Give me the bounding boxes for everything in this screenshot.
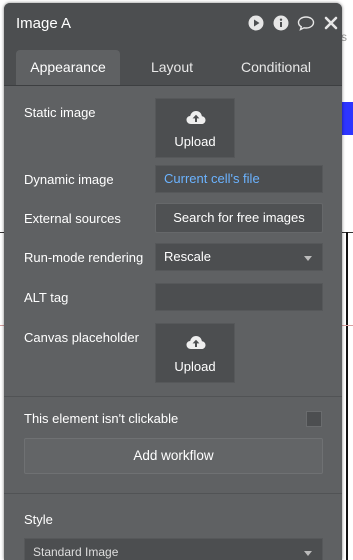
chevron-down-icon — [304, 551, 312, 556]
upload-label: Upload — [174, 359, 216, 374]
section-divider — [4, 493, 342, 494]
tab-bar: Appearance Layout Conditional — [4, 43, 342, 86]
style-selected-value: Standard Image — [33, 545, 119, 559]
canvas-placeholder-label: Canvas placeholder — [24, 330, 139, 345]
play-icon[interactable] — [248, 15, 264, 31]
run-mode-rendering-label: Run-mode rendering — [24, 250, 144, 265]
alt-tag-input[interactable] — [155, 283, 323, 311]
dynamic-image-field[interactable]: Current cell's file — [155, 165, 323, 193]
external-sources-label: External sources — [24, 211, 121, 226]
alt-tag-label: ALT tag — [24, 290, 69, 305]
tab-layout[interactable]: Layout — [130, 50, 214, 85]
static-image-upload[interactable]: Upload — [155, 98, 235, 158]
tab-appearance[interactable]: Appearance — [16, 50, 120, 85]
panel-header[interactable]: Image A — [4, 3, 342, 43]
cloud-upload-icon — [186, 336, 206, 349]
comment-icon[interactable] — [297, 15, 315, 31]
canvas-placeholder-upload[interactable]: Upload — [155, 323, 235, 383]
panel-title: Image A — [16, 15, 72, 32]
search-free-images-button[interactable]: Search for free images — [155, 203, 323, 233]
section-divider — [4, 396, 342, 397]
upload-label: Upload — [174, 134, 216, 149]
run-mode-selected-value: Rescale — [164, 249, 211, 264]
add-workflow-button[interactable]: Add workflow — [24, 438, 323, 474]
cloud-upload-icon — [186, 111, 206, 124]
property-editor-panel: Image A Appearance Layout Conditional St… — [4, 3, 342, 560]
dynamic-image-label: Dynamic image — [24, 172, 114, 187]
not-clickable-checkbox[interactable] — [306, 411, 322, 427]
info-icon[interactable] — [273, 15, 289, 31]
background-divider — [346, 232, 348, 560]
static-image-label: Static image — [24, 105, 96, 120]
close-icon[interactable] — [323, 15, 339, 31]
chevron-down-icon — [304, 256, 312, 261]
not-clickable-label: This element isn't clickable — [24, 411, 179, 426]
run-mode-rendering-select[interactable]: Rescale — [155, 243, 323, 271]
style-label: Style — [24, 512, 53, 527]
style-select[interactable]: Standard Image — [24, 538, 323, 560]
tab-conditional[interactable]: Conditional — [224, 50, 328, 85]
